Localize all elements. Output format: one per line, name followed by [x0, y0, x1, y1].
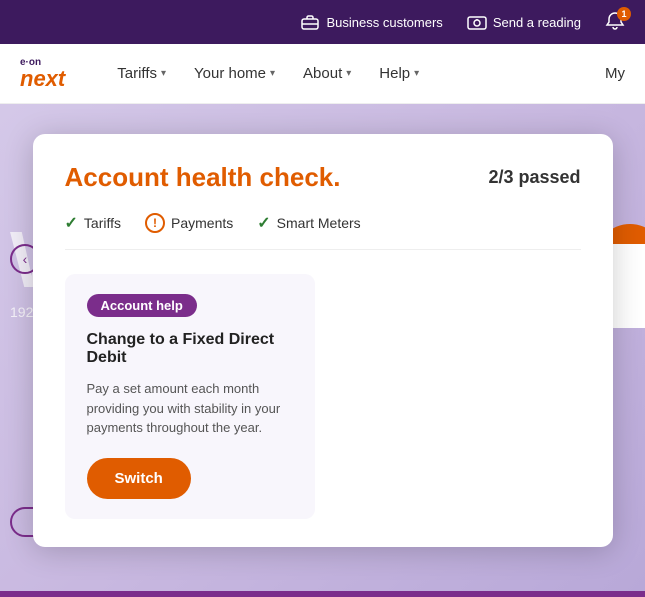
modal-checks: ✓ Tariffs ! Payments ✓ Smart Meters — [65, 213, 581, 250]
check-tariffs-label: Tariffs — [84, 215, 121, 231]
nav-my-label: My — [605, 65, 625, 82]
nav-items: Tariffs ▾ Your home ▾ About ▾ Help ▾ — [105, 57, 605, 90]
chevron-down-icon: ▾ — [346, 68, 351, 79]
nav-tariffs[interactable]: Tariffs ▾ — [105, 57, 178, 90]
send-reading-label: Send a reading — [493, 15, 581, 30]
send-reading-link[interactable]: Send a reading — [467, 12, 581, 32]
logo[interactable]: e·on next — [20, 58, 65, 90]
notification-badge: 1 — [617, 7, 631, 21]
account-health-modal: Account health check. 2/3 passed ✓ Tarif… — [33, 134, 613, 547]
nav-help-label: Help — [379, 65, 410, 82]
notification-bell[interactable]: 1 — [605, 11, 625, 34]
top-bar: Business customers Send a reading 1 — [0, 0, 645, 44]
card-title: Change to a Fixed Direct Debit — [87, 331, 293, 367]
switch-button[interactable]: Switch — [87, 458, 191, 499]
business-customers-link[interactable]: Business customers — [300, 12, 442, 32]
briefcase-icon — [300, 12, 320, 32]
check-payments-label: Payments — [171, 215, 233, 231]
check-pass-icon: ✓ — [257, 213, 270, 233]
modal-score: 2/3 passed — [488, 167, 580, 188]
chevron-down-icon: ▾ — [414, 68, 419, 79]
check-warning-icon: ! — [145, 213, 165, 233]
check-pass-icon: ✓ — [65, 213, 78, 233]
modal-overlay: Account health check. 2/3 passed ✓ Tarif… — [0, 104, 645, 597]
nav-your-home-label: Your home — [194, 65, 266, 82]
card-description: Pay a set amount each month providing yo… — [87, 379, 293, 438]
account-help-card: Account help Change to a Fixed Direct De… — [65, 274, 315, 519]
nav-about[interactable]: About ▾ — [291, 57, 363, 90]
business-customers-label: Business customers — [326, 15, 442, 30]
nav-my[interactable]: My — [605, 65, 625, 82]
chevron-down-icon: ▾ — [161, 68, 166, 79]
check-smart-meters: ✓ Smart Meters — [257, 213, 360, 233]
modal-title: Account health check. — [65, 162, 341, 193]
check-smart-meters-label: Smart Meters — [277, 215, 361, 231]
nav-tariffs-label: Tariffs — [117, 65, 157, 82]
logo-next: next — [20, 68, 65, 90]
nav-help[interactable]: Help ▾ — [367, 57, 431, 90]
nav-your-home[interactable]: Your home ▾ — [182, 57, 287, 90]
check-payments: ! Payments — [145, 213, 233, 233]
check-tariffs: ✓ Tariffs — [65, 213, 122, 233]
nav-bar: e·on next Tariffs ▾ Your home ▾ About ▾ … — [0, 44, 645, 104]
modal-header: Account health check. 2/3 passed — [65, 162, 581, 193]
card-tag: Account help — [87, 294, 197, 317]
meter-icon — [467, 12, 487, 32]
nav-about-label: About — [303, 65, 342, 82]
chevron-down-icon: ▾ — [270, 68, 275, 79]
